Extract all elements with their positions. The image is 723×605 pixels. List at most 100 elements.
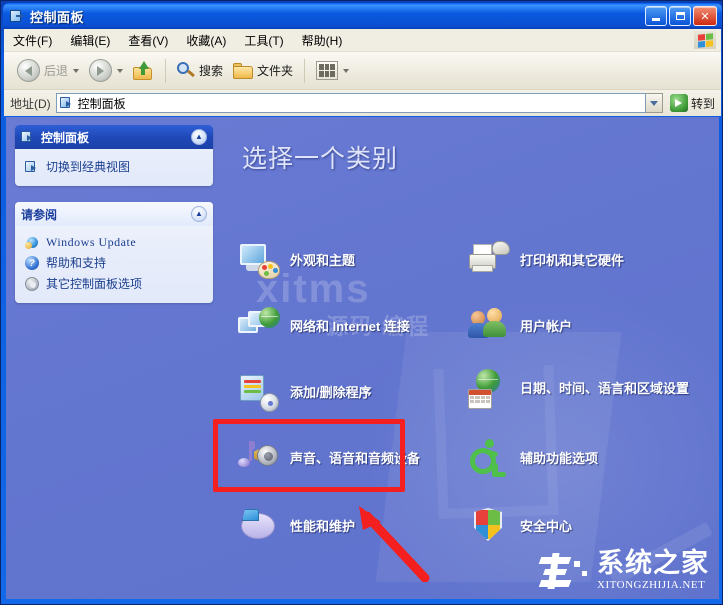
network-internet-icon	[238, 307, 280, 347]
panel-title: 控制面板	[41, 130, 90, 145]
folder-icon	[233, 62, 254, 79]
sidebar-item-label: 切换到经典视图	[46, 160, 131, 174]
panel-body: 切换到经典视图	[15, 149, 213, 186]
chevron-down-icon	[73, 68, 80, 73]
menu-item-view[interactable]: 查看(V)	[119, 30, 177, 51]
sidebar-item-label: Windows Update	[46, 235, 137, 249]
control-panel-icon	[21, 130, 35, 144]
forward-arrow-icon	[89, 59, 113, 82]
window-controls: ✕	[645, 6, 717, 26]
close-button[interactable]: ✕	[693, 6, 717, 26]
switch-view-icon	[25, 160, 39, 174]
toolbar: 后退 搜索 文件夹	[4, 52, 721, 90]
go-button[interactable]: 转到	[669, 94, 715, 112]
menu-item-edit[interactable]: 编辑(E)	[61, 30, 119, 51]
task-sidebar: 控制面板 ▲ 切换到经典视图 请参阅 ▲ Windows Update ? 帮助…	[15, 125, 213, 319]
menu-item-favorites[interactable]: 收藏(A)	[177, 30, 235, 51]
accessibility-options-icon	[468, 439, 510, 479]
search-button-label: 搜索	[199, 64, 224, 78]
address-label: 地址(D)	[10, 96, 51, 111]
category-performance-maintenance[interactable]: 性能和维护	[238, 507, 478, 547]
address-bar: 地址(D) 控制面板 转到	[4, 90, 721, 116]
chevron-down-icon	[117, 68, 124, 73]
control-panel-icon	[59, 96, 74, 110]
back-button[interactable]: 后退	[12, 59, 84, 82]
category-label: 打印机和其它硬件	[520, 252, 625, 268]
sidebar-item-help-support[interactable]: ? 帮助和支持	[25, 252, 205, 273]
search-icon	[177, 61, 196, 80]
category-label: 日期、时间、语言和区域设置	[520, 380, 690, 396]
toolbar-separator	[165, 58, 167, 83]
control-panel-window: 控制面板 ✕ 文件(F) 编辑(E) 查看(V) 收藏(A) 工具(T) 帮助(…	[0, 0, 723, 605]
category-security-center[interactable]: 安全中心	[468, 507, 708, 547]
panel-header-see-also: 请参阅 ▲	[15, 202, 213, 226]
address-value: 控制面板	[77, 96, 126, 111]
category-user-accounts[interactable]: 用户帐户	[468, 307, 708, 347]
minimize-button[interactable]	[645, 6, 667, 26]
category-sound-speech-audio[interactable]: 声音、语音和音频设备	[238, 439, 478, 479]
go-button-label: 转到	[690, 96, 715, 111]
title-bar: 控制面板 ✕	[3, 3, 722, 29]
see-also-panel: 请参阅 ▲ Windows Update ? 帮助和支持 其它控制面板选项	[15, 202, 213, 303]
toolbar-separator	[304, 58, 306, 83]
category-label: 性能和维护	[290, 518, 356, 534]
category-printers-hardware[interactable]: 打印机和其它硬件	[468, 241, 708, 281]
menu-item-help[interactable]: 帮助(H)	[293, 30, 352, 51]
add-remove-programs-icon	[238, 373, 280, 413]
security-center-icon	[468, 507, 510, 547]
printers-hardware-icon	[468, 241, 510, 281]
forward-button[interactable]	[84, 59, 128, 82]
performance-maintenance-icon	[238, 507, 280, 547]
window-title: 控制面板	[30, 9, 85, 25]
maximize-button[interactable]	[669, 6, 691, 26]
category-label: 添加/删除程序	[290, 384, 372, 400]
sound-speech-audio-icon	[238, 439, 280, 479]
control-panel-tasks-panel: 控制面板 ▲ 切换到经典视图	[15, 125, 213, 186]
views-button[interactable]	[311, 61, 354, 80]
category-network-internet[interactable]: 网络和 Internet 连接	[238, 307, 478, 347]
page-title: 选择一个类别	[242, 145, 399, 173]
back-arrow-icon	[17, 59, 40, 82]
sidebar-item-switch-classic-view[interactable]: 切换到经典视图	[25, 156, 205, 177]
menu-item-tools[interactable]: 工具(T)	[235, 30, 292, 51]
control-panel-icon	[9, 8, 25, 24]
category-accessibility-options[interactable]: 辅助功能选项	[468, 439, 708, 479]
category-add-remove-programs[interactable]: 添加/删除程序	[238, 373, 478, 413]
category-appearance-themes[interactable]: 外观和主题	[238, 241, 478, 281]
client-area: xitms 源码 编程 控制面板 ▲ 切换到经典视图 请参阅 ▲ Windows…	[6, 117, 719, 599]
other-options-icon	[25, 276, 39, 291]
appearance-themes-icon	[238, 241, 280, 281]
sidebar-item-windows-update[interactable]: Windows Update	[25, 233, 205, 252]
user-accounts-icon	[468, 307, 510, 347]
chevron-up-icon[interactable]: ▲	[191, 129, 207, 145]
address-dropdown-button[interactable]	[645, 93, 663, 113]
category-label: 声音、语音和音频设备	[290, 450, 421, 466]
go-arrow-icon	[669, 94, 688, 112]
sidebar-item-other-options[interactable]: 其它控制面板选项	[25, 273, 205, 294]
sidebar-item-label: 其它控制面板选项	[46, 277, 143, 291]
category-label: 安全中心	[520, 518, 573, 534]
up-button[interactable]	[128, 61, 159, 80]
category-label: 网络和 Internet 连接	[290, 318, 410, 334]
category-label: 外观和主题	[290, 252, 356, 268]
chevron-up-icon[interactable]: ▲	[191, 206, 207, 222]
views-icon	[316, 61, 339, 80]
search-button[interactable]: 搜索	[172, 61, 228, 80]
windows-update-icon	[25, 236, 39, 250]
menu-bar: 文件(F) 编辑(E) 查看(V) 收藏(A) 工具(T) 帮助(H)	[4, 29, 721, 52]
sidebar-item-label: 帮助和支持	[46, 256, 107, 270]
folders-button-label: 文件夹	[257, 64, 294, 78]
help-support-icon: ?	[25, 255, 39, 270]
windows-flag-icon	[694, 31, 716, 49]
date-time-language-icon	[468, 369, 510, 409]
category-label: 辅助功能选项	[520, 450, 599, 466]
folders-button[interactable]: 文件夹	[228, 62, 298, 79]
up-folder-icon	[133, 61, 154, 80]
menu-item-file[interactable]: 文件(F)	[4, 30, 61, 51]
panel-body: Windows Update ? 帮助和支持 其它控制面板选项	[15, 226, 213, 303]
panel-title: 请参阅	[21, 207, 58, 222]
category-date-time-language[interactable]: 日期、时间、语言和区域设置	[468, 369, 708, 409]
address-input[interactable]: 控制面板	[55, 93, 646, 113]
panel-header-control-panel: 控制面板 ▲	[15, 125, 213, 149]
category-area: 选择一个类别 外观和主题 网络和 Internet 连接 添加/删除程序 声音、…	[238, 127, 708, 541]
